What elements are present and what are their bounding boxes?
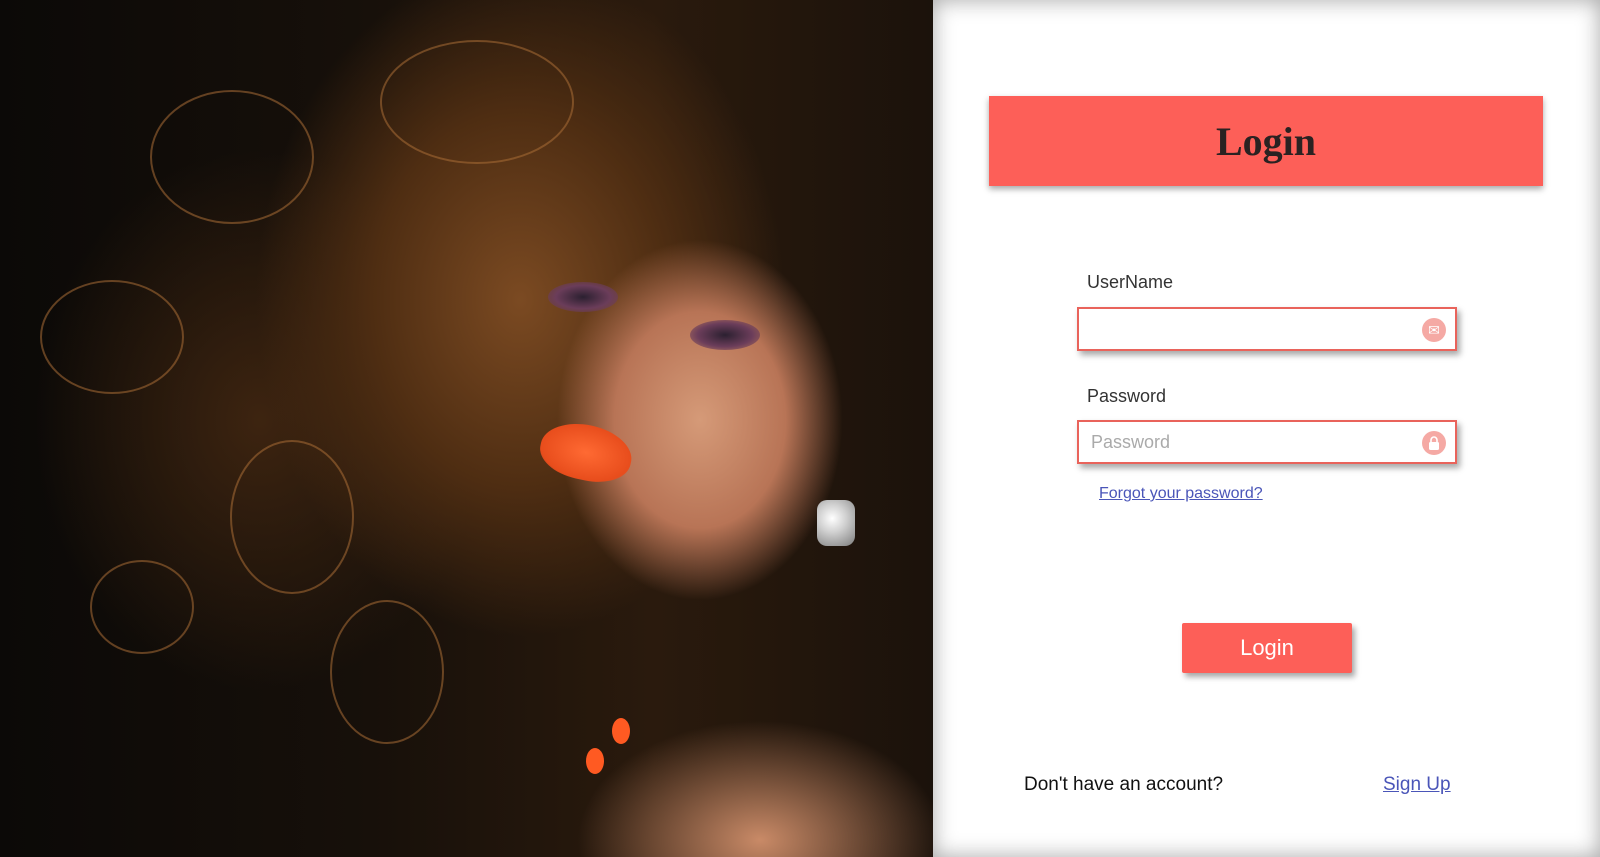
username-label: UserName (1087, 272, 1174, 292)
hero-image (0, 0, 933, 857)
password-label: Password (1087, 386, 1167, 406)
earring (817, 500, 855, 546)
hair-curl (40, 280, 184, 394)
username-field-wrapper: ✉ (1077, 307, 1457, 351)
password-input[interactable] (1079, 422, 1421, 462)
login-header: Login (989, 96, 1543, 186)
username-input[interactable] (1079, 309, 1421, 349)
hair-curl (330, 600, 444, 744)
password-field-wrapper (1077, 420, 1457, 464)
forgot-password-link[interactable]: Forgot your password? (1099, 485, 1263, 503)
eye (690, 320, 760, 350)
login-button[interactable]: Login (1182, 623, 1352, 673)
envelope-icon: ✉ (1422, 318, 1446, 342)
hair-curl (90, 560, 194, 654)
lips (535, 416, 637, 489)
eye (548, 282, 618, 312)
hair-curl (150, 90, 314, 224)
hair-curl (230, 440, 354, 594)
login-panel: Login UserName ✉ Password Forgot your pa… (933, 0, 1600, 857)
login-page: Login UserName ✉ Password Forgot your pa… (0, 0, 1600, 857)
signup-prompt: Don't have an account? (1024, 774, 1224, 795)
login-title: Login (1215, 118, 1317, 164)
fingernail (586, 748, 604, 774)
lock-icon (1422, 431, 1446, 455)
signup-link[interactable]: Sign Up (1383, 774, 1451, 796)
fingernail (612, 718, 630, 744)
hair-curl (380, 40, 574, 164)
